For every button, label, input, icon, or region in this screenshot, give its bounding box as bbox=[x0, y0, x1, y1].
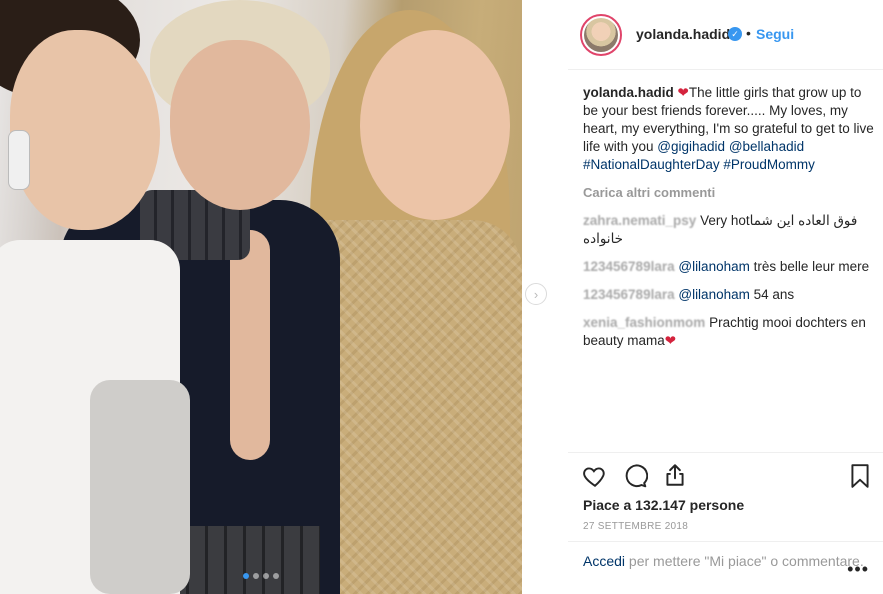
carousel-dots bbox=[243, 573, 279, 579]
mention-link[interactable]: @lilanoham bbox=[678, 259, 750, 274]
login-prompt: Accedi per mettere "Mi piace" o commenta… bbox=[568, 541, 883, 580]
post-actions: Piace a 132.147 persone 27 SETTEMBRE 201… bbox=[568, 452, 883, 594]
login-prompt-text: per mettere "Mi piace" o commentare. bbox=[625, 553, 864, 569]
load-more-comments-button[interactable]: Carica altri commenti bbox=[583, 184, 875, 202]
likes-count[interactable]: Piace a 132.147 persone bbox=[583, 497, 744, 513]
mention-link[interactable]: @bellahadid bbox=[729, 139, 804, 154]
mention-link[interactable]: @lilanoham bbox=[678, 287, 750, 302]
carousel-next-button[interactable]: › bbox=[525, 283, 547, 305]
heart-icon[interactable] bbox=[582, 463, 608, 489]
instagram-post: › yolanda.hadid ✓ • Segui yolanda.hadid … bbox=[0, 0, 883, 594]
header-separator: • bbox=[746, 25, 751, 41]
bookmark-icon[interactable] bbox=[847, 463, 873, 489]
photo-shape bbox=[90, 380, 190, 594]
photo-shape bbox=[360, 30, 510, 220]
photo-shape bbox=[170, 40, 310, 210]
share-icon[interactable] bbox=[662, 462, 688, 488]
post-date[interactable]: 27 SETTEMBRE 2018 bbox=[583, 521, 688, 532]
list-item: xenia_fashionmom Prachtig mooi dochters … bbox=[583, 314, 875, 350]
heart-emoji: ❤ bbox=[664, 333, 677, 348]
comment-username[interactable]: zahra.nemati_psy bbox=[583, 213, 696, 228]
hashtag-link[interactable]: #NationalDaughterDay bbox=[583, 157, 720, 172]
caption-username[interactable]: yolanda.hadid bbox=[583, 85, 674, 100]
comments-list: yolanda.hadid ❤The little girls that gro… bbox=[583, 84, 875, 350]
comment-username[interactable]: 123456789lara bbox=[583, 287, 675, 302]
photo-shape bbox=[230, 230, 270, 460]
comment-username[interactable]: xenia_fashionmom bbox=[583, 315, 705, 330]
carousel-dot bbox=[253, 573, 259, 579]
chevron-right-icon: › bbox=[533, 286, 539, 302]
avatar[interactable] bbox=[580, 14, 622, 56]
photo-shape bbox=[10, 30, 160, 230]
photo-shape bbox=[8, 130, 30, 190]
post-caption: yolanda.hadid ❤The little girls that gro… bbox=[583, 84, 875, 174]
list-item: zahra.nemati_psy Very hotفوق العاده این … bbox=[583, 212, 875, 248]
carousel-dot bbox=[243, 573, 249, 579]
follow-button[interactable]: Segui bbox=[756, 26, 794, 42]
comment-icon[interactable] bbox=[622, 463, 648, 489]
verified-badge-icon: ✓ bbox=[728, 27, 742, 41]
header-username[interactable]: yolanda.hadid bbox=[636, 26, 730, 42]
comment-username[interactable]: 123456789lara bbox=[583, 259, 675, 274]
more-options-icon[interactable]: ••• bbox=[847, 560, 869, 578]
post-header: yolanda.hadid ✓ • Segui bbox=[568, 0, 883, 70]
comment-text: 54 ans bbox=[753, 287, 795, 302]
heart-emoji: ❤ bbox=[677, 85, 689, 100]
carousel-dot bbox=[273, 573, 279, 579]
carousel-dot bbox=[263, 573, 269, 579]
mention-link[interactable]: @gigihadid bbox=[657, 139, 725, 154]
post-photo[interactable] bbox=[0, 0, 522, 594]
login-link[interactable]: Accedi bbox=[583, 553, 625, 569]
list-item: 123456789lara @lilanoham 54 ans bbox=[583, 286, 875, 304]
post-side-panel: yolanda.hadid ✓ • Segui yolanda.hadid ❤T… bbox=[568, 0, 883, 594]
hashtag-link[interactable]: #ProudMommy bbox=[723, 157, 815, 172]
comment-text: très belle leur mere bbox=[753, 259, 870, 274]
photo-shape bbox=[170, 526, 320, 594]
list-item: 123456789lara @lilanoham très belle leur… bbox=[583, 258, 875, 276]
